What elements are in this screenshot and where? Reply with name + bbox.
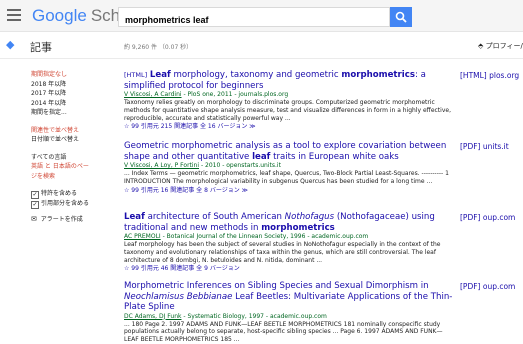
result-footer[interactable]: ☆ 99 引用元 215 関連記事 全 16 バージョン ≫ bbox=[124, 122, 454, 131]
result-title[interactable]: Leaf architecture of South American Noth… bbox=[124, 212, 454, 233]
include-citations-checkbox[interactable]: ✓ 引用部分を含める bbox=[31, 199, 116, 209]
check-icon: ✓ bbox=[31, 201, 39, 209]
result-snippet: Taxonomy relies greatly on morphology to… bbox=[124, 99, 451, 122]
results-header: ◆ 記事 約 9,260 件 （0.07 秒） ⬘ プロフィー/ bbox=[0, 32, 523, 59]
result-snippet: ... 180 Page 2. 1997 ADAMS AND FUNK—LEAF… bbox=[124, 320, 443, 344]
result-item: Geometric morphometric analysis as a too… bbox=[124, 141, 454, 195]
sidebar-date-custom[interactable]: 期間を指定... bbox=[31, 108, 116, 118]
full-text-link[interactable]: [PDF] oup.com bbox=[460, 213, 515, 222]
sidebar-date-2014[interactable]: 2014 年以降 bbox=[31, 99, 116, 109]
result-authors: V Viscosi, A Loy, P Fortini - 2010 - ope… bbox=[124, 162, 281, 169]
result-snippet: ... Index Terms — geometric morphometric… bbox=[124, 170, 449, 185]
full-text-link[interactable]: [PDF] oup.com bbox=[460, 282, 515, 291]
sidebar-date-2017[interactable]: 2017 年以降 bbox=[31, 89, 116, 99]
full-text-link[interactable]: [PDF] units.it bbox=[460, 142, 509, 151]
result-title[interactable]: Morphometric Inferences on Sibling Speci… bbox=[124, 281, 454, 313]
result-title[interactable]: Geometric morphometric analysis as a too… bbox=[124, 141, 454, 162]
sidebar-sort-relevance[interactable]: 関連性で並べ替え bbox=[31, 126, 116, 136]
create-alert-button[interactable]: ✉ アラートを作成 bbox=[31, 215, 116, 225]
sidebar: 期間指定なし 2018 年以降 2017 年以降 2014 年以降 期間を指定.… bbox=[31, 70, 116, 225]
sidebar-lang-en-ja[interactable]: 英語 と 日本語のページを検索 bbox=[31, 162, 93, 181]
search-box[interactable] bbox=[118, 7, 391, 29]
result-footer[interactable]: ☆ 99 引用元 16 関連記事 全 8 バージョン ≫ bbox=[124, 186, 454, 195]
sidebar-date-2018[interactable]: 2018 年以降 bbox=[31, 80, 116, 90]
menu-icon[interactable] bbox=[7, 9, 21, 24]
search-icon bbox=[395, 11, 407, 23]
section-title: 記事 bbox=[30, 41, 52, 54]
check-icon: ✓ bbox=[31, 191, 39, 199]
search-button[interactable] bbox=[390, 7, 412, 27]
graduation-cap-icon: ◆ bbox=[6, 38, 15, 51]
profile-link[interactable]: ⬘ プロフィー/ bbox=[478, 41, 523, 51]
result-footer[interactable]: ☆ 99 引用元 46 関連記事 全 9 バージョン bbox=[124, 264, 454, 273]
top-bar: GoogleScholar bbox=[0, 0, 523, 32]
envelope-icon: ✉ bbox=[31, 215, 37, 223]
result-item: Morphometric Inferences on Sibling Speci… bbox=[124, 281, 454, 344]
result-item: Leaf architecture of South American Noth… bbox=[124, 212, 454, 273]
result-snippet: Leaf morphology has been the subject of … bbox=[124, 241, 441, 264]
include-patents-checkbox[interactable]: ✓ 特許を含める bbox=[31, 189, 116, 199]
result-authors: AC PREMOLI - Botanical Journal of the Li… bbox=[124, 233, 369, 240]
result-authors: DC Adams, DJ Funk - Systematic Biology, … bbox=[124, 312, 327, 320]
sidebar-lang-all[interactable]: すべての言語 bbox=[31, 153, 116, 163]
sidebar-date-any[interactable]: 期間指定なし bbox=[31, 70, 116, 80]
full-text-link[interactable]: [HTML] plos.org bbox=[460, 71, 519, 80]
result-authors: V Viscosi, A Cardini - PloS one, 2011 - … bbox=[124, 91, 289, 98]
result-count: 約 9,260 件 （0.07 秒） bbox=[124, 44, 193, 51]
result-item: [HTML] Leaf morphology, taxonomy and geo… bbox=[124, 70, 454, 131]
search-input[interactable] bbox=[119, 11, 391, 29]
sidebar-sort-date[interactable]: 日付順で並べ替え bbox=[31, 135, 116, 145]
result-title[interactable]: [HTML] Leaf morphology, taxonomy and geo… bbox=[124, 70, 454, 91]
